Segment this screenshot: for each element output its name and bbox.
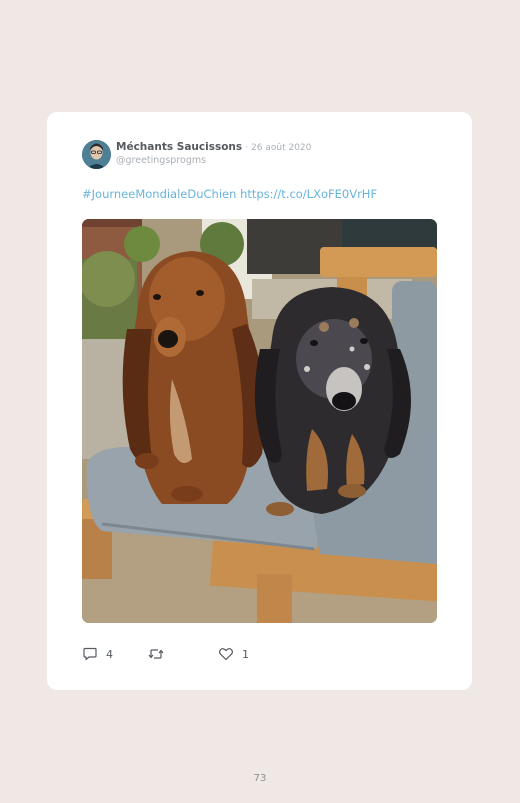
retweet-action[interactable]	[148, 644, 172, 664]
reply-icon	[83, 647, 97, 661]
tweet-text: #JourneeMondialeDuChien https://t.co/LXo…	[82, 187, 377, 201]
page-number: 73	[253, 773, 267, 784]
author-handle[interactable]: @greetingsprogms	[116, 155, 206, 167]
reply-count: 4	[106, 647, 113, 661]
like-count: 1	[242, 647, 249, 661]
tweet-photo[interactable]	[82, 219, 437, 623]
tweet-date[interactable]: · 26 août 2020	[245, 143, 311, 153]
avatar-image	[82, 140, 111, 169]
heart-icon	[219, 648, 233, 661]
hashtag-link[interactable]: #JourneeMondialeDuChien	[82, 187, 236, 201]
retweet-icon	[148, 649, 164, 659]
like-action[interactable]: 1	[218, 644, 249, 664]
author-avatar[interactable]	[82, 140, 111, 169]
dachshunds-photo	[82, 219, 437, 623]
url-link[interactable]: https://t.co/LXoFE0VrHF	[240, 187, 377, 201]
author-line: Méchants Saucissons · 26 août 2020	[116, 141, 311, 155]
author-name[interactable]: Méchants Saucissons	[116, 141, 242, 153]
reply-action[interactable]: 4	[82, 644, 113, 664]
tweet-card: Méchants Saucissons · 26 août 2020 @gree…	[47, 112, 472, 690]
